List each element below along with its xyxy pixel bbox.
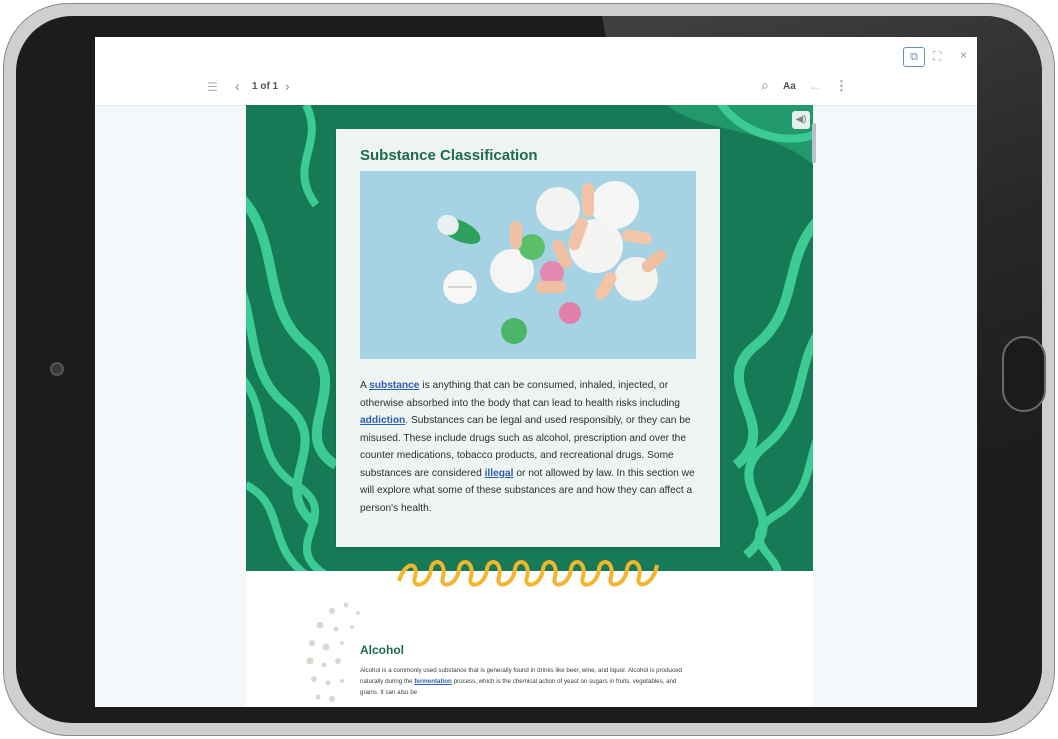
content-card: Substance Classification A substance is … [336,129,720,547]
card-title: Substance Classification [360,147,538,164]
scrollbar-thumb[interactable] [812,123,816,163]
expand-icon[interactable]: ⛶ [933,49,941,64]
popout-window-icon[interactable]: ⧉ [903,47,925,67]
reader-toolbar: ☰ ‹ 1 of 1 › ⌕ Aa ← ⋮ [95,71,977,106]
section-paragraph: Alcohol is a commonly used substance tha… [360,665,690,698]
link-addiction[interactable]: addiction [360,415,405,426]
reader-page: ◀) Substance Classification A substance … [246,105,813,707]
window-topbar: ⧉ ⛶ × [95,37,977,71]
camera-lens [52,364,62,374]
decorative-swirl [397,560,659,587]
link-fermentation[interactable]: fermentation [414,678,451,685]
font-size-button[interactable]: Aa [783,81,796,92]
search-icon[interactable]: ⌕ [761,77,769,94]
section-title: Alcohol [360,643,404,657]
screen: ⧉ ⛶ × ☰ ‹ 1 of 1 › ⌕ Aa ← ⋮ ◀) Substance… [95,37,977,707]
close-icon[interactable]: × [960,48,967,62]
page-count: 1 of 1 [252,81,279,92]
chevron-left-icon[interactable]: ‹ [235,78,240,94]
speaker-icon[interactable]: ◀) [792,111,810,129]
home-button[interactable] [1002,336,1046,412]
card-paragraph: A substance is anything that can be cons… [360,377,700,517]
link-substance[interactable]: substance [369,380,419,391]
chevron-right-icon[interactable]: › [285,78,290,94]
arrow-left-icon[interactable]: ← [809,79,821,93]
link-illegal[interactable]: illegal [485,468,514,479]
paragraph-text: A [360,380,370,391]
table-of-contents-icon[interactable]: ☰ [207,80,218,94]
more-vertical-icon[interactable]: ⋮ [835,78,848,94]
pills-photo [360,171,696,359]
hero-banner: ◀) Substance Classification A substance … [246,105,813,571]
